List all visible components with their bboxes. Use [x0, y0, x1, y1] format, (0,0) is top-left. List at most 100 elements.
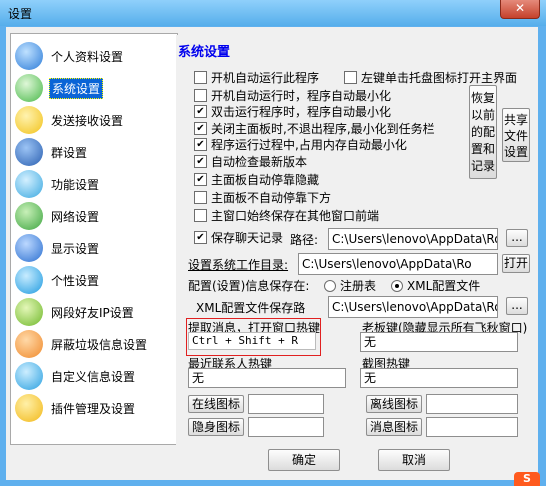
recent-contact-hotkey-input[interactable]: 无	[188, 368, 346, 388]
left-click-tray-checkbox[interactable]: 左键单击托盘图标打开主界面	[344, 69, 517, 86]
close-button[interactable]: ✕	[500, 0, 540, 19]
sidebar-item-label: 网络设置	[51, 209, 100, 224]
checkbox-box[interactable]: ✔	[194, 105, 207, 118]
message-icon-button[interactable]: 消息图标	[366, 418, 422, 436]
sidebar-item-label: 系统设置	[49, 77, 104, 99]
send-receive-icon	[15, 106, 43, 134]
network-icon	[15, 202, 43, 230]
checkbox-box[interactable]	[344, 71, 357, 84]
workdir-input[interactable]: C:\Users\lenovo\AppData\Ro	[298, 253, 498, 275]
sidebar-item-function[interactable]: 功能设置	[15, 169, 101, 199]
sidebar-item-custom-info[interactable]: 自定义信息设置	[15, 361, 137, 391]
person-icon	[15, 42, 43, 70]
extract-hotkey-input[interactable]: Ctrl + Shift + R	[188, 332, 316, 350]
checkbox-box[interactable]: ✔	[194, 231, 207, 244]
custom-info-icon	[15, 362, 43, 390]
checkbox-label: 左键单击托盘图标打开主界面	[361, 71, 518, 85]
panel-title: 系统设置	[178, 45, 231, 60]
radio-dot[interactable]	[324, 279, 336, 292]
plugin-icon	[15, 394, 43, 422]
sidebar-item-label: 自定义信息设置	[51, 369, 136, 384]
online-icon-button[interactable]: 在线图标	[188, 395, 244, 413]
sidebar-item-label: 屏蔽垃圾信息设置	[51, 337, 148, 352]
group-icon	[15, 138, 43, 166]
sidebar-item-profile[interactable]: 个人资料设置	[15, 41, 125, 71]
restore-config-button[interactable]: 恢复以前的配置和记录	[469, 85, 497, 179]
no-dock-bottom-checkbox[interactable]: 主面板不自动停靠下方	[194, 189, 331, 206]
checkbox-box[interactable]	[194, 209, 207, 222]
ok-button[interactable]: 确定	[268, 449, 340, 471]
message-icon-input[interactable]	[426, 417, 518, 437]
system-settings-panel: 系统设置 开机自动运行此程序 左键单击托盘图标打开主界面 开机自动运行时，程序自…	[176, 35, 534, 445]
checkbox-box[interactable]: ✔	[194, 122, 207, 135]
radio-label: 注册表	[340, 279, 377, 293]
autostart-minimize-checkbox[interactable]: 开机自动运行时，程序自动最小化	[194, 87, 391, 104]
settings-dialog: 个人资料设置 系统设置 发送接收设置 群设置 功能设置 网络设置 显示设置 个性…	[6, 27, 538, 480]
radio-dot[interactable]	[391, 279, 403, 292]
checkbox-label: 开机自动运行此程序	[211, 71, 320, 85]
checkbox-box[interactable]	[194, 71, 207, 84]
sidebar-item-network[interactable]: 网络设置	[15, 201, 101, 231]
checkbox-box[interactable]	[194, 89, 207, 102]
sidebar-item-label: 个性设置	[51, 273, 100, 288]
ip-segment-icon	[15, 298, 43, 326]
path-label: 路径:	[290, 233, 319, 247]
sidebar-item-label: 群设置	[51, 145, 88, 160]
offline-icon-button[interactable]: 离线图标	[366, 395, 422, 413]
radio-label: XML配置文件	[407, 279, 481, 293]
hidden-icon-input[interactable]	[248, 417, 324, 437]
xml-path-label: XML配置文件保存路	[196, 301, 306, 315]
cancel-button[interactable]: 取消	[378, 449, 450, 471]
checkbox-label: 开机自动运行时，程序自动最小化	[211, 89, 392, 103]
xml-path-browse-button[interactable]: ...	[506, 297, 528, 315]
display-icon	[15, 234, 43, 262]
open-workdir-button[interactable]: 打开	[502, 254, 530, 273]
registry-radio[interactable]: 注册表	[324, 277, 376, 294]
hidden-icon-button[interactable]: 隐身图标	[188, 418, 244, 436]
checkbox-label: 主面板不自动停靠下方	[211, 191, 332, 205]
sidebar-item-plugin[interactable]: 插件管理及设置	[15, 393, 137, 423]
checkbox-label: 自动检查最新版本	[211, 155, 308, 169]
memory-minimize-checkbox[interactable]: ✔ 程序运行过程中,占用内存自动最小化	[194, 136, 407, 153]
autostart-checkbox[interactable]: 开机自动运行此程序	[194, 69, 319, 86]
xml-path-input[interactable]: C:\Users\lenovo\AppData\Ro	[328, 296, 498, 318]
sogou-ime-icon[interactable]: S	[514, 472, 540, 486]
xml-config-radio[interactable]: XML配置文件	[391, 277, 480, 294]
settings-category-list: 个人资料设置 系统设置 发送接收设置 群设置 功能设置 网络设置 显示设置 个性…	[10, 33, 178, 445]
checkbox-box[interactable]	[194, 191, 207, 204]
online-icon-input[interactable]	[248, 394, 324, 414]
close-minimize-checkbox[interactable]: ✔ 关闭主面板时,不退出程序,最小化到任务栏	[194, 120, 435, 137]
block-spam-icon	[15, 330, 43, 358]
double-click-minimize-checkbox[interactable]: ✔ 双击运行程序时，程序自动最小化	[194, 103, 391, 120]
sidebar-item-ip-segment[interactable]: 网段好友IP设置	[15, 297, 136, 327]
sidebar-item-send-receive[interactable]: 发送接收设置	[15, 105, 125, 135]
checkbox-label: 关闭主面板时,不退出程序,最小化到任务栏	[211, 122, 435, 136]
checkbox-label: 双击运行程序时，程序自动最小化	[211, 105, 392, 119]
auto-hide-checkbox[interactable]: ✔ 主面板自动停靠隐藏	[194, 171, 319, 188]
checkbox-box[interactable]: ✔	[194, 138, 207, 151]
screenshot-hotkey-input[interactable]: 无	[360, 368, 518, 388]
checkbox-box[interactable]: ✔	[194, 155, 207, 168]
history-path-input[interactable]: C:\Users\lenovo\AppData\Ro	[328, 228, 498, 250]
offline-icon-input[interactable]	[426, 394, 518, 414]
sidebar-item-group[interactable]: 群设置	[15, 137, 89, 167]
share-files-button[interactable]: 共享文件设置	[502, 108, 530, 162]
workdir-label: 设置系统工作目录:	[188, 258, 289, 272]
sidebar-item-block-spam[interactable]: 屏蔽垃圾信息设置	[15, 329, 149, 359]
personalize-icon	[15, 266, 43, 294]
checkbox-label: 主面板自动停靠隐藏	[211, 173, 320, 187]
title-bar: 设置 ✕	[0, 0, 546, 26]
auto-update-checkbox[interactable]: ✔ 自动检查最新版本	[194, 153, 307, 170]
sidebar-item-personalize[interactable]: 个性设置	[15, 265, 101, 295]
sidebar-item-label: 个人资料设置	[51, 49, 124, 64]
sidebar-item-display[interactable]: 显示设置	[15, 233, 101, 263]
history-path-browse-button[interactable]: ...	[506, 229, 528, 247]
sidebar-item-system[interactable]: 系统设置	[15, 73, 104, 103]
sidebar-item-label: 网段好友IP设置	[51, 305, 134, 320]
checkbox-label: 程序运行过程中,占用内存自动最小化	[211, 138, 407, 152]
boss-key-input[interactable]: 无	[360, 332, 518, 352]
always-top-checkbox[interactable]: 主窗口始终保存在其他窗口前端	[194, 207, 379, 224]
checkbox-box[interactable]: ✔	[194, 173, 207, 186]
save-history-checkbox[interactable]: ✔ 保存聊天记录	[194, 229, 283, 246]
window-title: 设置	[8, 7, 33, 21]
